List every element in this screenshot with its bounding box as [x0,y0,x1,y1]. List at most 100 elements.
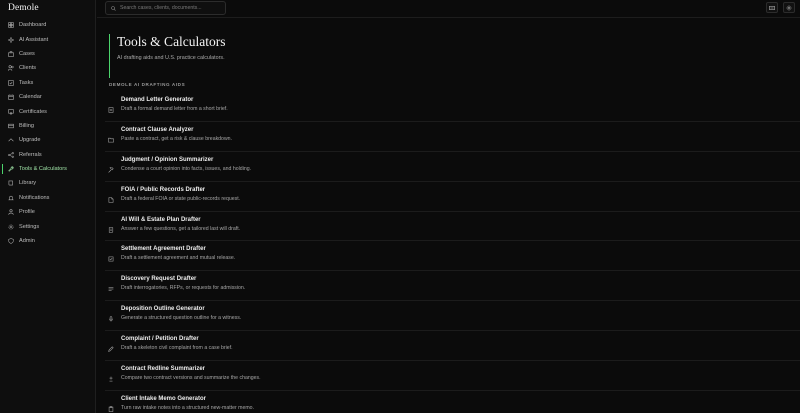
sidebar-item-tools-calculators[interactable]: Tools & Calculators [0,162,96,176]
page-subtitle: AI drafting aids and U.S. practice calcu… [117,55,225,61]
dashboard-icon [8,22,14,28]
sidebar-item-certificates[interactable]: Certificates [0,104,96,118]
tool-name: Judgment / Opinion Summarizer [121,156,214,163]
sidebar-item-admin[interactable]: Admin [0,234,96,248]
share-icon [8,151,14,158]
users-icon [8,65,14,72]
tool-name: Settlement Agreement Drafter [121,246,206,253]
sidebar-item-label: Notifications [19,194,50,201]
checklist-icon [8,80,14,86]
tool-contract-redline-summarizer[interactable]: Contract Redline Summarizer Compare two … [105,361,800,391]
section-label: DEMOLE AI DRAFTING AIDS [109,82,186,87]
sun-icon [786,4,792,11]
compare-icon [108,369,114,382]
sidebar-item-tasks[interactable]: Tasks [0,76,96,90]
page-title: Tools & Calculators [117,34,226,49]
calendar-icon [8,94,14,100]
search-input[interactable] [120,5,220,11]
sidebar-item-label: Library [19,180,37,187]
shield-icon [8,238,14,244]
tool-name: Demand Letter Generator [121,97,194,103]
topbar [97,0,800,18]
sidebar-item-label: Settings [19,223,40,230]
sidebar-item-label: Profile [19,209,35,216]
sidebar-item-label: Dashboard [19,22,47,29]
sidebar-item-label: Billing [19,122,34,129]
sidebar-item-ai-assistant[interactable]: AI Assistant [0,32,96,46]
sidebar-item-calendar[interactable]: Calendar [0,90,96,104]
sidebar-item-notifications[interactable]: Notifications [0,191,96,205]
tool-name: AI Will & Estate Plan Drafter [121,216,201,223]
sidebar-item-billing[interactable]: Billing [0,119,96,133]
arrow-up-icon [8,137,14,143]
briefcase-icon [8,51,14,57]
sidebar-item-label: Certificates [19,108,47,115]
sidebar-item-referrals[interactable]: Referrals [0,148,96,162]
tool-deposition-outline-generator[interactable]: Deposition Outline Generator Generate a … [105,301,800,332]
folder-icon [108,130,114,143]
mic-icon [108,309,114,322]
sidebar-item-label: Referrals [19,151,42,158]
scroll-icon [108,220,114,233]
sidebar-nav: Dashboard AI Assistant Cases Clients Tas… [0,18,96,248]
tool-name: Deposition Outline Generator [121,306,205,313]
tool-will-estate-plan-drafter[interactable]: AI Will & Estate Plan Drafter Answer a f… [105,212,800,242]
tool-description: Draft a settlement agreement and mutual … [121,255,236,262]
tool-description: Draft a federal FOIA or state public-rec… [121,195,241,202]
tool-client-intake-memo-generator[interactable]: Client Intake Memo Generator Turn raw in… [105,391,800,413]
theme-toggle-button[interactable] [783,2,795,13]
tool-name: FOIA / Public Records Drafter [121,186,206,193]
file-icon [108,190,114,203]
sidebar-item-label: Tasks [19,79,34,86]
tool-name: Discovery Request Drafter [121,276,197,283]
tool-contract-clause-analyzer[interactable]: Contract Clause Analyzer Paste a contrac… [105,122,800,152]
tool-demand-letter-generator[interactable]: Demand Letter Generator Draft a formal d… [105,92,800,122]
search-icon [111,5,116,11]
pen-icon [108,339,114,352]
sidebar: Demole Dashboard AI Assistant Cases Clie… [0,0,96,413]
tool-foia-public-records-drafter[interactable]: FOIA / Public Records Drafter Draft a fe… [105,182,800,212]
list-icon [108,279,114,292]
sidebar-item-dashboard[interactable]: Dashboard [0,18,96,32]
tool-discovery-request-drafter[interactable]: Discovery Request Drafter Draft interrog… [105,271,800,302]
gear-icon [8,224,14,230]
brand-logo[interactable]: Demole [8,3,39,13]
tool-name: Contract Clause Analyzer [121,126,194,133]
tool-description: Answer a few questions, get a tailored l… [121,225,241,232]
sidebar-item-label: Cases [19,50,35,57]
search-box[interactable] [105,1,226,15]
sidebar-item-library[interactable]: Library [0,176,96,190]
page-header: Tools & Calculators AI drafting aids and… [109,34,226,78]
tool-complaint-petition-drafter[interactable]: Complaint / Petition Drafter Draft a ske… [105,331,800,362]
wrench-icon [8,166,14,172]
user-icon [8,209,14,216]
book-icon [8,180,14,186]
document-icon [108,100,114,113]
sparkle-icon [8,36,14,43]
sidebar-item-upgrade[interactable]: Upgrade [0,133,96,147]
sidebar-item-cases[interactable]: Cases [0,47,96,61]
tool-judgment-opinion-summarizer[interactable]: Judgment / Opinion Summarizer Condense a… [105,152,800,182]
sidebar-item-label: Upgrade [19,137,41,144]
sidebar-item-profile[interactable]: Profile [0,205,96,219]
tool-name: Client Intake Memo Generator [121,395,207,402]
tool-description: Draft a formal demand letter from a shor… [121,106,228,112]
tool-description: Paste a contract, get a risk & clause br… [121,135,233,142]
certificate-icon [8,108,14,115]
tools-list: Demand Letter Generator Draft a formal d… [105,92,800,413]
handshake-icon [108,249,114,262]
sidebar-item-clients[interactable]: Clients [0,61,96,75]
tool-name: Complaint / Petition Drafter [121,336,199,343]
tool-description: Condense a court opinion into facts, iss… [121,165,252,172]
tool-description: Turn raw intake notes into a structured … [121,404,255,411]
sidebar-item-settings[interactable]: Settings [0,219,96,233]
sidebar-item-label: Clients [19,65,37,72]
language-button[interactable] [766,2,778,13]
card-icon [8,123,14,129]
language-icon [769,5,775,10]
tool-settlement-agreement-drafter[interactable]: Settlement Agreement Drafter Draft a set… [105,241,800,272]
bell-icon [8,195,14,201]
sidebar-item-label: AI Assistant [19,36,49,43]
sidebar-item-label: Calendar [19,94,42,101]
sidebar-item-label: Admin [19,238,35,245]
